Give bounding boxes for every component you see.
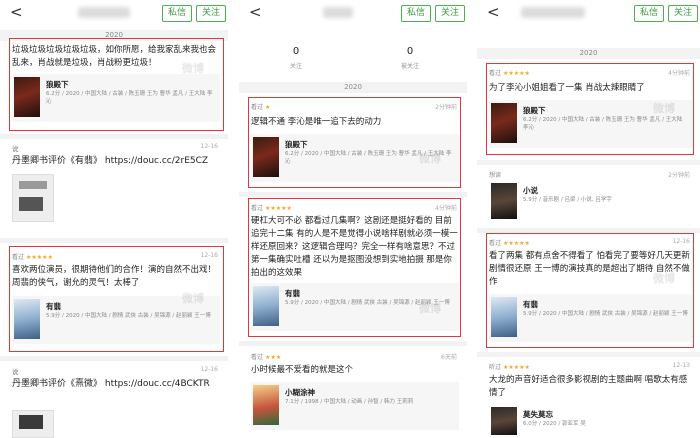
- review-date: 12-13: [672, 362, 690, 369]
- message-button[interactable]: 私信: [634, 5, 664, 22]
- review-meta: 看过 ★★★: [251, 352, 281, 361]
- thumbnail-bar: [19, 181, 47, 189]
- divider: [477, 160, 700, 165]
- divider: [239, 341, 467, 346]
- album-cover-image: [491, 407, 517, 435]
- follow-button[interactable]: 关注: [196, 5, 226, 22]
- back-icon[interactable]: <: [487, 5, 500, 20]
- divider: [477, 352, 700, 357]
- blurred-username: [521, 7, 585, 18]
- back-icon[interactable]: <: [10, 5, 23, 20]
- album-info: 6.0分 / 2020 / 郭亚军 吴: [523, 421, 586, 427]
- post-date: 12-16: [200, 366, 218, 373]
- highlight-box: [9, 38, 224, 131]
- watermark: 微博: [182, 292, 204, 305]
- year-separator: 2020: [477, 48, 700, 59]
- movie-info: 7.1分 / 1998 / 中国大陆 / 动画 / 孙智 / 韩力 王莉莉: [285, 399, 414, 405]
- watermark: 微博: [419, 152, 441, 165]
- watermark: 微博: [419, 302, 441, 315]
- post-date: 12-16: [200, 143, 218, 150]
- review-text: 小时候最不爱看的就是这个: [251, 365, 354, 375]
- watermark: 微博: [182, 62, 204, 75]
- post-thumbnail[interactable]: [12, 410, 54, 438]
- watermark: 微博: [653, 102, 675, 115]
- book-cover-image: [491, 183, 517, 219]
- post-thumbnail[interactable]: [12, 174, 54, 222]
- follow-button[interactable]: 关注: [668, 5, 698, 22]
- review-text: 大龙的声音好适合很多影视剧的主题曲啊 唱歌太有感情了: [489, 375, 688, 398]
- post-type-label: 说: [12, 368, 19, 376]
- review-meta: 听过 ★★★★★: [489, 362, 530, 371]
- blurred-username: [323, 7, 353, 18]
- highlight-box: [486, 233, 694, 348]
- screen-left: < 私信 关注 2020 垃圾垃圾垃圾垃圾垃圾，如你所愿，给我家乱来我也会乱来，…: [0, 0, 228, 438]
- divider: [239, 192, 467, 197]
- screen-middle: < 私信 关注 0 关注 0 被关注 2020 看过 ★ 2分钟前 逻辑不通 李…: [239, 0, 467, 438]
- rating-stars: ★★★: [264, 354, 282, 361]
- review-status: 想读: [489, 172, 502, 179]
- thumbnail-image: [19, 197, 43, 211]
- highlight-box: [248, 198, 461, 337]
- thumbnail-image: [19, 415, 43, 429]
- review-status: 听过: [489, 364, 502, 371]
- post-text[interactable]: 丹墨卿书评价《有翡》 https://douc.cc/2rE5CZ: [12, 155, 222, 168]
- message-button[interactable]: 私信: [162, 5, 192, 22]
- message-button[interactable]: 私信: [401, 5, 431, 22]
- divider: [0, 356, 228, 361]
- blurred-username: [78, 7, 130, 18]
- watermark: 微博: [653, 272, 675, 285]
- back-icon[interactable]: <: [249, 5, 262, 20]
- movie-card[interactable]: 小糊涂神 7.1分 / 1998 / 中国大陆 / 动画 / 孙智 / 韩力 王…: [251, 382, 459, 430]
- book-item[interactable]: 小说 5.9分 / 音乐剧 / 吕梁 / 小说, 吕学宇: [489, 180, 692, 224]
- divider: [0, 238, 228, 243]
- review-date: 6天前: [441, 354, 457, 361]
- year-separator: 2020: [239, 82, 467, 93]
- top-bar: < 私信 关注: [477, 0, 700, 26]
- followers-label: 被关注: [400, 63, 419, 70]
- top-bar: < 私信 关注: [239, 0, 467, 26]
- review-status: 看过: [251, 354, 264, 361]
- post-text[interactable]: 丹墨卿书评价《熹微》 https://douc.cc/4BCKTR: [12, 378, 222, 391]
- follow-stats: 0 关注 0 被关注: [239, 42, 467, 76]
- rating-stars: ★★★★★: [502, 364, 530, 371]
- music-card[interactable]: 莫失莫忘 6.0分 / 2020 / 郭亚军 吴: [489, 404, 692, 438]
- movie-title: 小糊涂神: [285, 388, 315, 397]
- album-title: 莫失莫忘: [523, 410, 553, 419]
- highlight-box: [248, 97, 461, 188]
- following-label: 关注: [289, 63, 302, 70]
- book-title: 小说: [523, 186, 538, 195]
- book-info: 5.9分 / 音乐剧 / 吕梁 / 小说, 吕学宇: [523, 197, 612, 203]
- followers-count: 0: [406, 46, 414, 57]
- review-date: 2分钟前: [668, 172, 690, 179]
- following-stat[interactable]: 0 关注: [239, 42, 353, 76]
- screen-right: < 私信 关注 2020 看过 ★★★★★ 4分钟前 为了李沁小姐姐看了一集 肖…: [477, 0, 700, 438]
- divider: [0, 134, 228, 139]
- followers-stat[interactable]: 0 被关注: [353, 42, 467, 76]
- poster-image: [253, 385, 279, 425]
- top-bar: < 私信 关注: [0, 0, 228, 26]
- following-count: 0: [292, 46, 300, 57]
- post-type-label: 说: [12, 145, 19, 153]
- follow-button[interactable]: 关注: [435, 5, 465, 22]
